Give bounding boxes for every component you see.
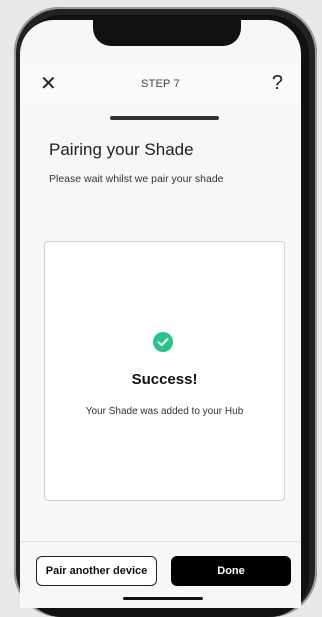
success-heading: Success! [131, 371, 198, 388]
help-icon[interactable]: ? [272, 72, 283, 95]
home-indicator [123, 597, 203, 600]
status-card: Success! Your Shade was added to your Hu… [44, 241, 285, 501]
sheet-grab-handle[interactable] [110, 116, 219, 120]
page-subtitle: Please wait whilst we pair your shade [49, 173, 224, 185]
done-button[interactable]: Done [171, 556, 291, 586]
pair-another-device-button[interactable]: Pair another device [36, 556, 157, 586]
check-circle-icon [153, 332, 173, 352]
action-footer: Pair another device Done [20, 541, 301, 608]
app-screen: ✕ STEP 7 ? Pairing your Shade Please wai… [20, 20, 301, 608]
success-message: Your Shade was added to your Hub [85, 406, 244, 417]
top-bar: ✕ STEP 7 ? [20, 64, 301, 104]
page-title: Pairing your Shade [49, 140, 194, 159]
phone-notch [93, 20, 241, 46]
step-indicator: STEP 7 [141, 78, 180, 90]
